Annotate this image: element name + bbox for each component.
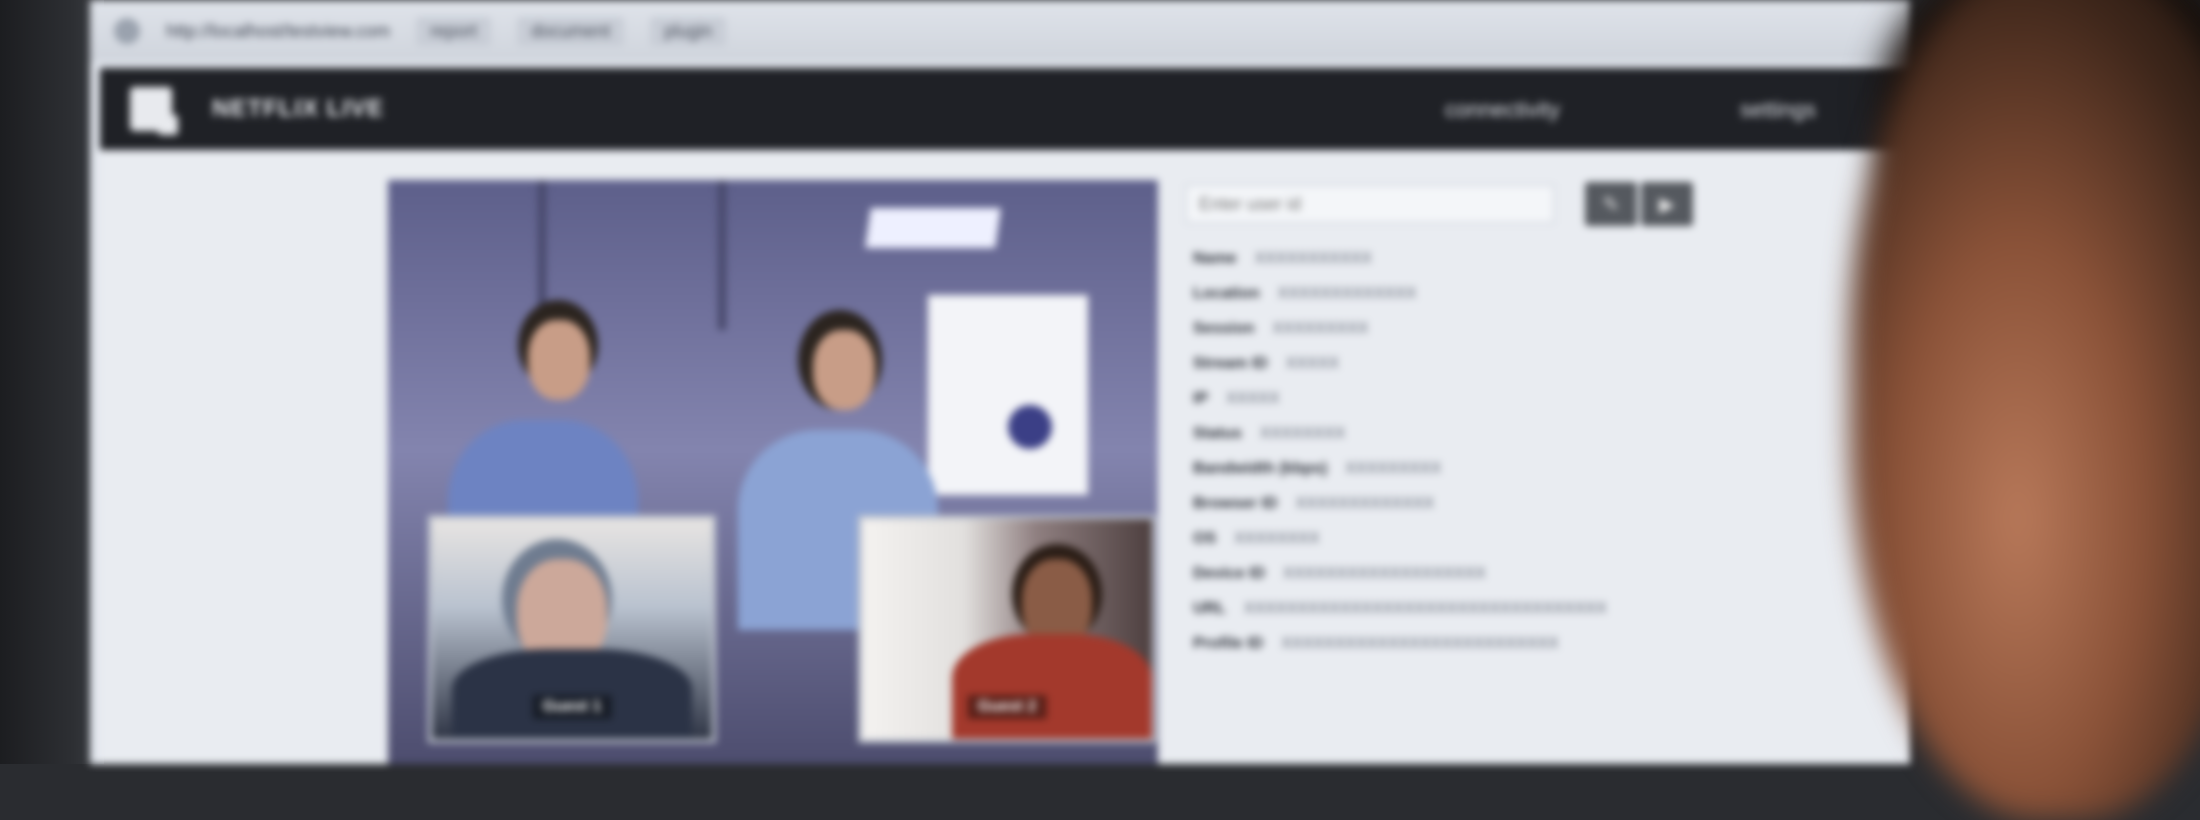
browser-tab-plugin[interactable]: plugin xyxy=(650,16,727,46)
play-button[interactable]: ▶ xyxy=(1641,182,1693,226)
info-panel: ✎ ▶ NameXXXXXXXXXXXLocationXXXXXXXXXXXXX… xyxy=(1185,180,1745,764)
metadata-row: Profile ID XXXXXXXXXXXXXXXXXXXXXXXXXX xyxy=(1193,635,1753,670)
metadata-value: XXXXXXXXX xyxy=(1345,460,1442,477)
main-content: Guest 1 Guest 2 ✎ ▶ Name XXXXXXXXXXX Locat… xyxy=(100,150,1910,764)
metadata-value: XXXXXXXXXXXXXXXXXXXXXXXXXXXXXXXXXX xyxy=(1243,600,1607,617)
metadata-row: URL XXXXXXXXXXXXXXXXXXXXXXXXXXXXXXXXXX xyxy=(1193,600,1753,635)
poster-logo xyxy=(1008,405,1052,449)
metadata-key: Name xyxy=(1193,250,1237,267)
metadata-row: Stream ID XXXXX xyxy=(1193,355,1753,390)
url-field[interactable]: http://localhost/testview.com xyxy=(166,21,390,42)
metadata-row: Device ID XXXXXXXXXXXXXXXXXXX xyxy=(1193,565,1753,600)
metadata-key: Browser ID xyxy=(1193,495,1278,512)
metadata-key: Location xyxy=(1193,285,1260,302)
metadata-value: XXXXXXXX xyxy=(1234,530,1320,547)
metadata-key: Stream ID xyxy=(1193,355,1268,372)
metadata-row: Bandwidth (kbps) XXXXXXXXX xyxy=(1193,460,1753,495)
app-header: NETFLIX LIVE connectivity settings xyxy=(100,68,1910,150)
metadata-list: Name XXXXXXXXXXX Location XXXXXXXXXXXXX Sess… xyxy=(1193,250,1753,670)
browser-tab-document[interactable]: document xyxy=(517,16,625,46)
metadata-key: OS xyxy=(1193,530,1217,547)
metadata-value: XXXXXXXX xyxy=(1259,425,1346,442)
wall-poster xyxy=(928,295,1088,495)
metadata-value: XXXXXXXXXXXXXXXXXXX xyxy=(1283,565,1486,582)
pip-label-2: Guest 2 xyxy=(967,695,1047,719)
browser-address-bar: http://localhost/testview.com report doc… xyxy=(90,0,1910,62)
metadata-key: Device ID xyxy=(1193,565,1266,582)
metadata-key: IP xyxy=(1193,390,1209,407)
metadata-key: Profile ID xyxy=(1193,635,1264,652)
header-link-connectivity[interactable]: connectivity xyxy=(1445,97,1560,123)
search-row: ✎ ▶ xyxy=(1185,180,1745,228)
metadata-key: URL xyxy=(1193,600,1226,617)
search-input[interactable] xyxy=(1185,184,1555,224)
metadata-row: Status XXXXXXXX xyxy=(1193,425,1753,460)
metadata-row: Session XXXXXXXXX xyxy=(1193,320,1753,355)
search-icon[interactable] xyxy=(114,18,140,44)
metadata-row: Location XXXXXXXXXXXXX xyxy=(1193,285,1753,320)
browser-tab-report[interactable]: report xyxy=(416,16,492,46)
metadata-value: XXXXXXXXXXXXX xyxy=(1295,495,1435,512)
metadata-row: OS XXXXXXXX xyxy=(1193,530,1753,565)
metadata-value: XXXXXXXXXXXXXXXXXXXXXXXXXX xyxy=(1281,635,1559,652)
pip-label-1: Guest 1 xyxy=(532,695,612,719)
metadata-row: Name XXXXXXXXXXX xyxy=(1193,250,1753,285)
monitor-screen: http://localhost/testview.com report doc… xyxy=(90,0,1910,764)
pip-video-2[interactable]: Guest 2 xyxy=(858,515,1156,743)
app-title: NETFLIX LIVE xyxy=(212,95,385,122)
metadata-value: XXXXXXXXXXXXX xyxy=(1277,285,1417,302)
video-feed[interactable]: Guest 1 Guest 2 xyxy=(388,180,1158,764)
metadata-row: IP XXXXX xyxy=(1193,390,1753,425)
edit-icon: ✎ xyxy=(1602,193,1620,216)
metadata-key: Session xyxy=(1193,320,1255,337)
metadata-value: XXXXX xyxy=(1226,390,1280,407)
ceiling-beam xyxy=(718,180,726,330)
metadata-value: XXXXXXXXX xyxy=(1272,320,1369,337)
metadata-value: XXXXXXXXXXX xyxy=(1254,250,1372,267)
ceiling-light xyxy=(865,208,1001,248)
viewer-head xyxy=(1850,0,2200,820)
metadata-key: Bandwidth (kbps) xyxy=(1193,460,1328,477)
header-link-settings[interactable]: settings xyxy=(1740,97,1816,123)
edit-button[interactable]: ✎ xyxy=(1585,182,1637,226)
metadata-row: Browser ID XXXXXXXXXXXXX xyxy=(1193,495,1753,530)
monitor-bezel xyxy=(0,0,104,764)
pip-video-1[interactable]: Guest 1 xyxy=(428,515,716,743)
metadata-key: Status xyxy=(1193,425,1242,442)
play-icon: ▶ xyxy=(1659,193,1675,216)
document-logo-icon xyxy=(130,87,178,135)
metadata-value: XXXXX xyxy=(1285,355,1340,372)
